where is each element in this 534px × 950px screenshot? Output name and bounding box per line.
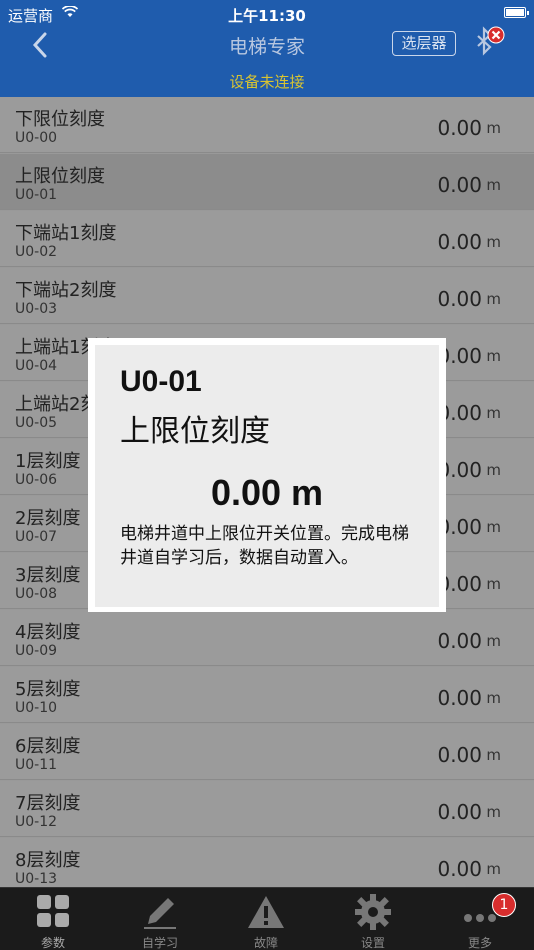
param-name: 下限位刻度 — [15, 109, 105, 130]
param-detail-popup[interactable]: U0-01 上限位刻度 0.00 m 电梯井道中上限位开关位置。完成电梯井道自学… — [88, 338, 446, 612]
tab-label: 故障 — [253, 936, 278, 950]
param-name: 5层刻度 — [15, 679, 81, 700]
param-name: 2层刻度 — [15, 508, 81, 529]
param-code: U0-13 — [15, 871, 58, 887]
gear-icon — [355, 894, 391, 930]
bluetooth-button[interactable] — [470, 24, 508, 60]
param-code: U0-07 — [15, 529, 58, 545]
param-unit: m — [486, 233, 501, 251]
param-row-u0-09[interactable]: 4层刻度 U0-09 0.00 m — [0, 610, 534, 666]
param-code: U0-03 — [15, 301, 58, 317]
clock: 上午11:30 — [228, 7, 306, 25]
tab-label: 更多 — [467, 936, 492, 950]
param-row-u0-03[interactable]: 下端站2刻度 U0-03 0.00 m — [0, 268, 534, 324]
header: 运营商 上午11:30 电梯专家 选层器 设备未连接 — [0, 0, 534, 97]
param-row-u0-00[interactable]: 下限位刻度 U0-00 0.00 m — [0, 97, 534, 153]
param-row-u0-01[interactable]: 上限位刻度 U0-01 0.00 m — [0, 154, 534, 210]
status-bar: 运营商 上午11:30 — [0, 0, 534, 28]
param-code: U0-02 — [15, 244, 58, 260]
detail-param-name: 上限位刻度 — [120, 414, 270, 449]
param-unit: m — [486, 518, 501, 536]
tab-settings[interactable]: 设置 — [320, 888, 426, 950]
param-name: 7层刻度 — [15, 793, 81, 814]
param-name: 上限位刻度 — [15, 166, 105, 187]
param-unit: m — [486, 632, 501, 650]
param-code: U0-11 — [15, 757, 58, 773]
param-row-u0-11[interactable]: 6层刻度 U0-11 0.00 m — [0, 724, 534, 780]
param-row-u0-12[interactable]: 7层刻度 U0-12 0.00 m — [0, 781, 534, 837]
param-row-u0-13[interactable]: 8层刻度 U0-13 0.00 m — [0, 838, 534, 894]
param-unit: m — [486, 746, 501, 764]
param-row-u0-10[interactable]: 5层刻度 U0-10 0.00 m — [0, 667, 534, 723]
param-value: 0.00 — [437, 287, 482, 311]
param-name: 3层刻度 — [15, 565, 81, 586]
param-name: 下端站1刻度 — [15, 223, 117, 244]
param-code: U0-04 — [15, 358, 58, 374]
bluetooth-disconnected-icon — [477, 26, 505, 56]
param-code: U0-10 — [15, 700, 58, 716]
param-name: 1层刻度 — [15, 451, 81, 472]
battery-icon — [504, 7, 529, 18]
param-row-u0-02[interactable]: 下端站1刻度 U0-02 0.00 m — [0, 211, 534, 267]
tab-label: 设置 — [360, 936, 385, 950]
param-name: 4层刻度 — [15, 622, 81, 643]
param-unit: m — [486, 347, 501, 365]
param-unit: m — [486, 461, 501, 479]
detail-param-code: U0-01 — [120, 365, 202, 398]
tab-params[interactable]: 参数 — [0, 888, 106, 950]
pencil-icon — [144, 898, 176, 929]
param-unit: m — [486, 404, 501, 422]
connection-status: 设备未连接 — [229, 73, 305, 91]
grid-icon — [37, 895, 69, 927]
param-code: U0-09 — [15, 643, 58, 659]
warning-icon — [248, 896, 284, 928]
param-unit: m — [486, 689, 501, 707]
tab-more[interactable]: 更多 — [427, 888, 533, 950]
param-code: U0-08 — [15, 586, 58, 602]
param-name: 6层刻度 — [15, 736, 81, 757]
param-code: U0-12 — [15, 814, 58, 830]
param-value: 0.00 — [437, 686, 482, 710]
param-code: U0-05 — [15, 415, 58, 431]
param-value: 0.00 — [437, 800, 482, 824]
tab-self-learning[interactable]: 自学习 — [107, 888, 213, 950]
param-unit: m — [486, 575, 501, 593]
param-value: 0.00 — [437, 743, 482, 767]
param-unit: m — [486, 290, 501, 308]
detail-param-value: 0.00 m — [210, 472, 324, 513]
detail-param-description: 电梯井道中上限位开关位置。完成电梯井道自学习后，数据自动置入。 — [120, 524, 409, 568]
param-value: 0.00 — [437, 629, 482, 653]
param-value: 0.00 — [437, 230, 482, 254]
param-code: U0-01 — [15, 187, 58, 203]
param-unit: m — [486, 860, 501, 878]
param-unit: m — [486, 803, 501, 821]
tab-bar: 参数 自学习 故障 设置 更多 1 — [0, 887, 534, 950]
floor-selector-button[interactable]: 选层器 — [392, 31, 456, 56]
param-code: U0-00 — [15, 130, 58, 146]
param-name: 8层刻度 — [15, 850, 81, 871]
tab-label: 参数 — [40, 936, 65, 950]
param-value: 0.00 — [437, 173, 482, 197]
param-code: U0-06 — [15, 472, 58, 488]
param-value: 0.00 — [437, 857, 482, 881]
tab-faults[interactable]: 故障 — [213, 888, 319, 950]
tab-label: 自学习 — [141, 936, 178, 950]
param-detail-card: U0-01 上限位刻度 0.00 m 电梯井道中上限位开关位置。完成电梯井道自学… — [95, 345, 439, 607]
param-unit: m — [486, 119, 501, 137]
param-name: 下端站2刻度 — [15, 280, 117, 301]
notification-badge: 1 — [492, 893, 516, 917]
param-unit: m — [486, 176, 501, 194]
param-value: 0.00 — [437, 116, 482, 140]
